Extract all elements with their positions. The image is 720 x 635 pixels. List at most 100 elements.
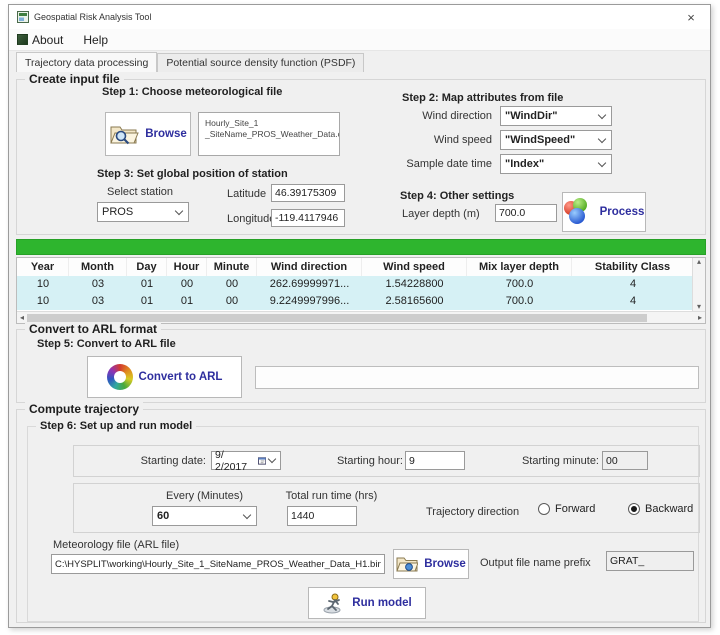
sample-date-time-label: Sample date time	[367, 158, 492, 170]
folder-search-icon	[109, 122, 139, 146]
col-header-hour[interactable]: Hour	[167, 258, 207, 276]
weather-data-table: Year Month Day Hour Minute Wind directio…	[16, 257, 706, 324]
start-time-panel: Starting date: 9/ 2/2017 Starting hour: …	[73, 445, 700, 477]
about-icon	[17, 34, 28, 45]
cell-wind-speed: 1.54228800	[362, 276, 467, 293]
cell-mix-layer-depth: 700.0	[467, 276, 572, 293]
col-header-minute[interactable]: Minute	[207, 258, 257, 276]
cell-hour: 01	[167, 293, 207, 310]
process-label: Process	[600, 206, 645, 218]
starting-date-picker[interactable]: 9/ 2/2017	[211, 451, 281, 470]
menu-bar: About Help	[9, 29, 710, 51]
starting-minute-label: Starting minute:	[504, 455, 599, 467]
run-model-label: Run model	[352, 597, 411, 609]
col-header-year[interactable]: Year	[17, 258, 69, 276]
convert-to-arl-button[interactable]: Convert to ARL	[87, 356, 242, 398]
output-prefix-label: Output file name prefix	[480, 557, 591, 569]
runner-icon	[322, 592, 346, 614]
menu-about[interactable]: About	[17, 33, 71, 47]
scroll-down-icon[interactable]: ▾	[697, 303, 701, 311]
group-compute-label: Compute trajectory	[25, 402, 143, 416]
calendar-icon	[258, 456, 266, 465]
output-prefix-input[interactable]	[606, 551, 694, 571]
process-button[interactable]: Process	[562, 192, 646, 232]
close-icon[interactable]: ×	[680, 10, 702, 25]
every-minutes-select[interactable]: 60	[152, 506, 257, 526]
layer-depth-input[interactable]	[495, 204, 557, 222]
col-header-stability-class[interactable]: Stability Class	[572, 258, 694, 276]
tab-trajectory-data-processing[interactable]: Trajectory data processing	[16, 52, 157, 72]
radio-checked-icon	[628, 503, 640, 515]
step6-group: Step 6: Set up and run model Starting da…	[27, 426, 699, 622]
longitude-input[interactable]	[271, 209, 345, 227]
cell-day: 01	[127, 293, 167, 310]
met-file-name-line1: Hourly_Site_1	[205, 118, 337, 129]
browse-met-file-button[interactable]: Browse	[105, 112, 191, 156]
total-run-time-input[interactable]	[287, 506, 357, 526]
step4-title: Step 4: Other settings	[400, 190, 514, 202]
tab-psdf[interactable]: Potential source density function (PSDF)	[157, 53, 364, 72]
longitude-label: Longitude	[227, 213, 275, 225]
wind-speed-select[interactable]: "WindSpeed"	[500, 130, 612, 150]
browse-arl-file-label: Browse	[424, 558, 466, 570]
wind-direction-select[interactable]: "WindDir"	[500, 106, 612, 126]
station-value: PROS	[102, 206, 172, 218]
station-select[interactable]: PROS	[97, 202, 189, 222]
scroll-up-icon[interactable]: ▴	[697, 258, 701, 266]
color-ring-icon	[107, 364, 133, 390]
step2-title: Step 2: Map attributes from file	[402, 92, 563, 104]
col-header-month[interactable]: Month	[69, 258, 127, 276]
table-row[interactable]: 10 03 01 01 00 9.2249997996... 2.5816560…	[17, 293, 694, 310]
forward-radio[interactable]: Forward	[538, 503, 595, 515]
step5-title: Step 5: Convert to ARL file	[37, 338, 176, 350]
step3-title: Step 3: Set global position of station	[97, 168, 288, 180]
cell-stability-class: 4	[572, 276, 694, 293]
browse-arl-file-button[interactable]: Browse	[393, 549, 469, 579]
chevron-down-icon	[598, 110, 606, 118]
cell-minute: 00	[207, 276, 257, 293]
cell-wind-direction: 262.69999971...	[257, 276, 362, 293]
app-window: Geospatial Risk Analysis Tool × About He…	[8, 4, 711, 628]
cell-mix-layer-depth: 700.0	[467, 293, 572, 310]
sample-date-time-value: "Index"	[505, 158, 595, 170]
met-arl-file-label: Meteorology file (ARL file)	[53, 539, 179, 551]
run-model-button[interactable]: Run model	[308, 587, 426, 619]
convert-to-arl-label: Convert to ARL	[139, 371, 223, 383]
scroll-right-icon[interactable]: ▸	[698, 314, 702, 322]
chevron-down-icon	[243, 510, 251, 518]
step1-title: Step 1: Choose meteorological file	[102, 86, 282, 98]
starting-date-value: 9/ 2/2017	[215, 449, 255, 473]
chevron-down-icon	[268, 455, 276, 463]
col-header-wind-speed[interactable]: Wind speed	[362, 258, 467, 276]
chevron-down-icon	[175, 206, 183, 214]
table-row[interactable]: 10 03 01 00 00 262.69999971... 1.5422880…	[17, 276, 694, 293]
starting-hour-input[interactable]	[405, 451, 465, 470]
select-station-label: Select station	[107, 186, 173, 198]
col-header-day[interactable]: Day	[127, 258, 167, 276]
cell-minute: 00	[207, 293, 257, 310]
col-header-wind-direction[interactable]: Wind direction	[257, 258, 362, 276]
col-header-mix-layer-depth[interactable]: Mix layer depth	[467, 258, 572, 276]
met-file-name-display: Hourly_Site_1 _SiteName_PROS_Weather_Dat…	[198, 112, 340, 156]
menu-help[interactable]: Help	[71, 33, 116, 47]
title-bar: Geospatial Risk Analysis Tool ×	[9, 5, 710, 29]
trajectory-direction-label: Trajectory direction	[426, 506, 519, 518]
latitude-input[interactable]	[271, 184, 345, 202]
cell-wind-direction: 9.2249997996...	[257, 293, 362, 310]
backward-radio[interactable]: Backward	[628, 503, 693, 515]
forward-radio-label: Forward	[555, 503, 595, 515]
sample-date-time-select[interactable]: "Index"	[500, 154, 612, 174]
cell-month: 03	[69, 276, 127, 293]
vertical-scrollbar[interactable]: ▴ ▾	[692, 258, 705, 311]
step6-title: Step 6: Set up and run model	[36, 420, 196, 432]
group-create-label: Create input file	[25, 72, 124, 86]
app-icon	[17, 11, 29, 23]
cell-month: 03	[69, 293, 127, 310]
group-convert-label: Convert to ARL format	[25, 322, 161, 336]
chevron-down-icon	[598, 158, 606, 166]
horizontal-scroll-thumb[interactable]	[27, 314, 647, 322]
menu-about-label: About	[32, 33, 63, 47]
scroll-left-icon[interactable]: ◂	[20, 314, 24, 322]
folder-icon	[396, 555, 418, 573]
met-arl-file-input[interactable]	[51, 554, 385, 574]
